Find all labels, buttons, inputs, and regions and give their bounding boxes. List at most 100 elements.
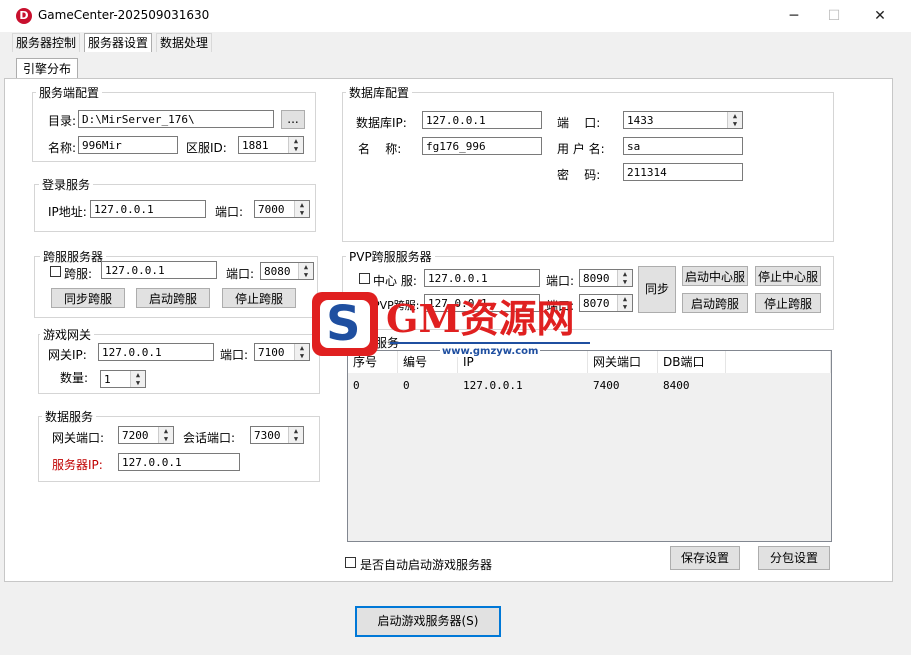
table-cell: 0 <box>403 379 410 392</box>
window-title: GameCenter-202509031630 <box>38 8 210 22</box>
table-cell: 127.0.0.1 <box>463 379 523 392</box>
table-cell: 0 <box>353 379 360 392</box>
login-port-spinner[interactable]: 7000 ▲ ▼ <box>254 200 310 218</box>
gateway-ip-input[interactable]: 127.0.0.1 <box>98 343 214 361</box>
watermark-url: www.gmzyw.com <box>440 346 541 357</box>
center-port-spinner[interactable]: 8090 ▲ ▼ <box>579 269 633 287</box>
browse-button[interactable]: ... <box>281 110 305 129</box>
login-ip-label: IP地址: <box>48 205 87 219</box>
spin-arrows-icon[interactable]: ▲ ▼ <box>288 137 303 153</box>
db-port-value: 1433 <box>627 114 654 127</box>
start-pvp-button[interactable]: 启动跨服 <box>682 293 748 313</box>
cross-server-label: 跨服: <box>64 267 93 281</box>
db-password-input[interactable]: 211314 <box>623 163 743 181</box>
start-game-server-button[interactable]: 启动游戏服务器(S) <box>355 606 501 637</box>
zone-label: 区服ID: <box>186 141 227 155</box>
spin-arrows-icon[interactable]: ▲ ▼ <box>298 263 313 279</box>
table-row[interactable]: 0 0 127.0.0.1 7400 8400 <box>348 373 831 392</box>
maximize-button[interactable]: ☐ <box>811 0 857 32</box>
spin-arrows-icon[interactable]: ▲ ▼ <box>617 295 632 311</box>
sync-cross-button[interactable]: 同步跨服 <box>51 288 125 308</box>
spin-arrows-icon[interactable]: ▲ ▼ <box>294 201 309 217</box>
spin-arrows-icon[interactable]: ▲ ▼ <box>727 112 742 128</box>
spin-arrows-icon[interactable]: ▲ ▼ <box>158 427 173 443</box>
cross-server-checkbox[interactable] <box>50 266 61 277</box>
gateway-count-spinner[interactable]: 1 ▲ ▼ <box>100 370 146 388</box>
center-port-value: 8090 <box>583 272 610 285</box>
start-cross-button[interactable]: 启动跨服 <box>136 288 210 308</box>
db-port-spinner[interactable]: 1433 ▲ ▼ <box>623 111 743 129</box>
db-ip-label: 数据库IP: <box>356 116 407 130</box>
cross-port-value: 8080 <box>264 265 291 278</box>
db-name-input[interactable]: fg176_996 <box>422 137 542 155</box>
watermark-logo-letter: S <box>326 296 361 352</box>
start-center-button[interactable]: 启动中心服 <box>682 266 748 286</box>
split-package-button[interactable]: 分包设置 <box>758 546 830 570</box>
name-input[interactable]: 996Mir <box>78 136 178 154</box>
tab-data-processing[interactable]: 数据处理 <box>156 33 213 52</box>
pvp-server-title: PVP跨服服务器 <box>346 248 435 265</box>
app-icon: D <box>16 8 32 24</box>
session-port-label: 会话端口: <box>183 431 236 445</box>
column-header[interactable]: DB端口 <box>658 351 726 373</box>
stop-pvp-button[interactable]: 停止跨服 <box>755 293 821 313</box>
stop-center-button[interactable]: 停止中心服 <box>755 266 821 286</box>
spin-arrows-icon[interactable]: ▲ ▼ <box>294 344 309 360</box>
tab-server-control[interactable]: 服务器控制 <box>12 33 81 52</box>
watermark-underline <box>390 342 590 344</box>
gw-port-label: 网关端口: <box>52 431 105 445</box>
save-settings-button[interactable]: 保存设置 <box>670 546 740 570</box>
server-config-title: 服务端配置 <box>36 84 103 101</box>
zone-value: 1881 <box>242 139 269 152</box>
cross-server-title: 跨服服务器 <box>40 248 107 265</box>
stop-cross-button[interactable]: 停止跨服 <box>222 288 296 308</box>
db-user-label: 用 户 名: <box>557 142 605 156</box>
cross-port-spinner[interactable]: 8080 ▲ ▼ <box>260 262 314 280</box>
auto-start-checkbox[interactable] <box>345 557 356 568</box>
zone-spinner[interactable]: 1881 ▲ ▼ <box>238 136 304 154</box>
column-header-filler <box>726 351 831 373</box>
pvp-sync-button[interactable]: 同步 <box>638 266 676 313</box>
session-port-value: 7300 <box>254 429 281 442</box>
center-server-label: 中心 服: <box>373 274 417 288</box>
gateway-port-spinner[interactable]: 7100 ▲ ▼ <box>254 343 310 361</box>
center-server-checkbox[interactable] <box>359 273 370 284</box>
dir-input[interactable]: D:\MirServer_176\ <box>78 110 274 128</box>
gateway-port-value: 7100 <box>258 346 285 359</box>
title-bar: D GameCenter-202509031630 ─ ☐ ✕ <box>0 0 911 32</box>
db-password-label: 密 码: <box>557 168 601 182</box>
cross-ip-input[interactable]: 127.0.0.1 <box>101 261 217 279</box>
center-ip-input[interactable]: 127.0.0.1 <box>424 269 540 287</box>
watermark: S GM资源网 www.gmzyw.com <box>310 288 600 360</box>
login-port-label: 端口: <box>215 205 244 219</box>
spin-arrows-icon[interactable]: ▲ ▼ <box>617 270 632 286</box>
gateway-count-value: 1 <box>104 373 111 386</box>
name-label: 名称: <box>48 141 77 155</box>
table-cell: 8400 <box>663 379 690 392</box>
spin-arrows-icon[interactable]: ▲ ▼ <box>130 371 145 387</box>
center-port-label: 端口: <box>546 274 575 288</box>
cross-port-label: 端口: <box>226 267 255 281</box>
db-name-label: 名 称: <box>358 142 402 156</box>
engine-service-table[interactable]: 序号 编号 IP 网关端口 DB端口 0 0 127.0.0.1 7400 84… <box>347 350 832 542</box>
login-ip-input[interactable]: 127.0.0.1 <box>90 200 206 218</box>
watermark-brand: GM资源网 <box>386 296 575 341</box>
spin-arrows-icon[interactable]: ▲ ▼ <box>288 427 303 443</box>
gw-port-spinner[interactable]: 7200 ▲ ▼ <box>118 426 174 444</box>
db-ip-input[interactable]: 127.0.0.1 <box>422 111 542 129</box>
db-port-label: 端 口: <box>557 116 601 130</box>
tab-engine-distribution[interactable]: 引擎分布 <box>16 58 79 79</box>
db-user-input[interactable]: sa <box>623 137 743 155</box>
login-port-value: 7000 <box>258 203 285 216</box>
tab-server-settings[interactable]: 服务器设置 <box>84 33 153 52</box>
gateway-count-label: 数量: <box>60 371 89 385</box>
session-port-spinner[interactable]: 7300 ▲ ▼ <box>250 426 304 444</box>
auto-start-label: 是否自动启动游戏服务器 <box>360 558 493 572</box>
close-button[interactable]: ✕ <box>857 0 903 32</box>
data-service-title: 数据服务 <box>42 408 97 425</box>
gw-port-value: 7200 <box>122 429 149 442</box>
database-title: 数据库配置 <box>346 84 413 101</box>
gateway-ip-label: 网关IP: <box>48 348 87 362</box>
login-service-title: 登录服务 <box>39 176 94 193</box>
server-ip-input[interactable]: 127.0.0.1 <box>118 453 240 471</box>
